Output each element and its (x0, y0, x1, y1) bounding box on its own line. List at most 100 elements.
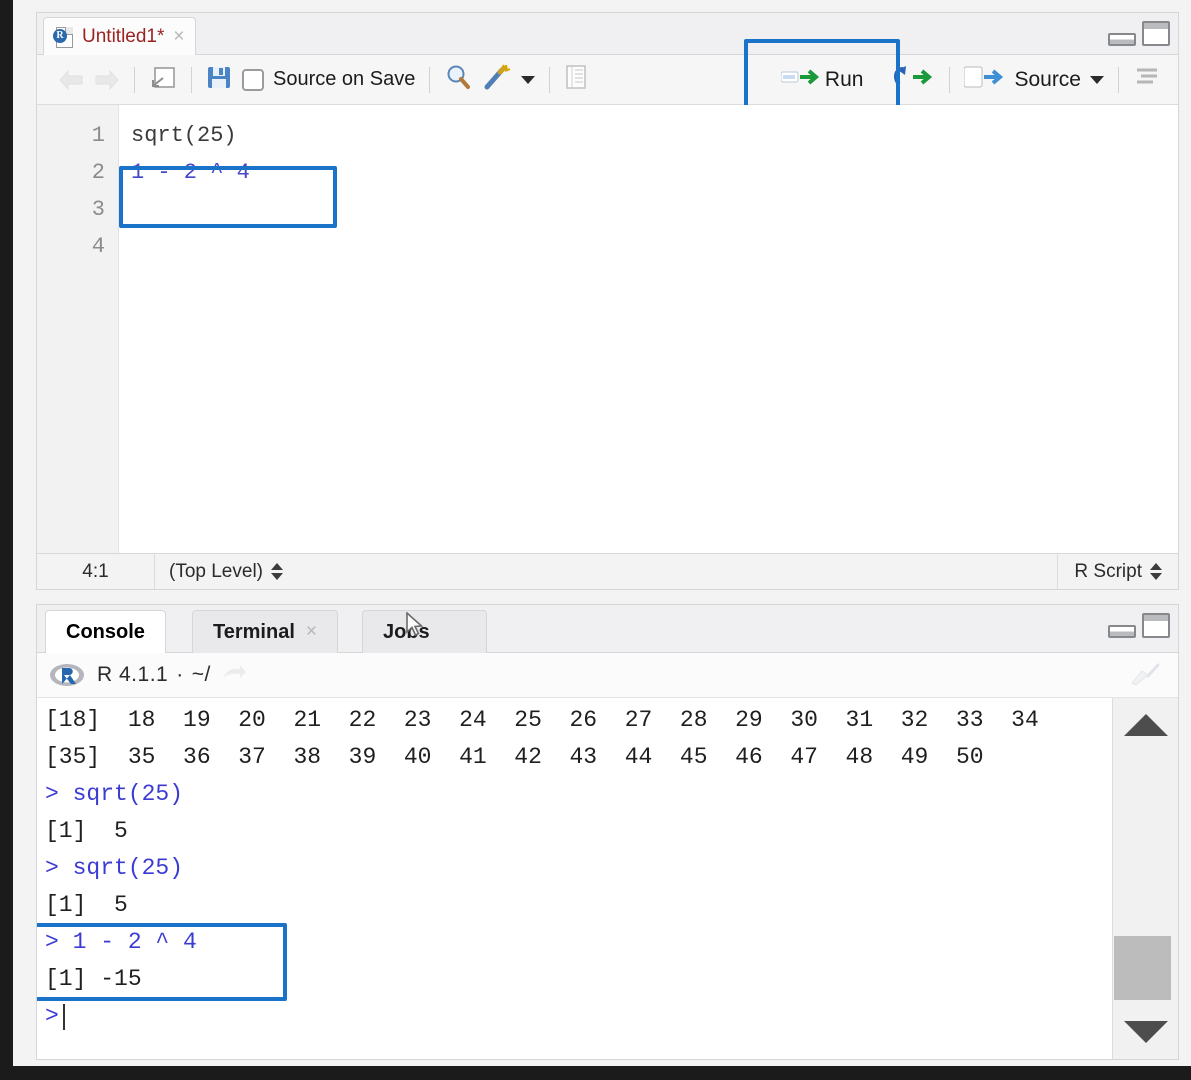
console-tab-bar: Console Terminal × Jobs (37, 605, 1178, 653)
code-editor[interactable]: 1 2 3 4 sqrt(25) 1 - 2 ^ 4 (37, 105, 1178, 553)
console-line: [35] 35 36 37 38 39 40 41 42 43 44 45 46… (45, 744, 984, 770)
back-arrow-icon (58, 69, 84, 91)
open-directory-icon[interactable] (221, 663, 247, 688)
forward-button[interactable] (89, 61, 125, 99)
run-button-container: Run (743, 38, 901, 121)
console-line: [18] 18 19 20 21 22 23 24 25 26 27 28 29… (45, 707, 1039, 733)
source-icon (963, 65, 1008, 94)
code-tools-icon (482, 63, 512, 96)
line-number: 3 (91, 197, 105, 222)
toolbar-divider (134, 66, 135, 93)
r-logo-icon (49, 662, 85, 688)
source-on-save-toggle[interactable]: Source on Save (237, 61, 420, 99)
tab-console[interactable]: Console (45, 610, 166, 653)
up-down-stepper-icon[interactable] (271, 563, 283, 580)
console-line: > sqrt(25) (45, 855, 184, 881)
working-directory-label: ~/ (191, 663, 211, 686)
toolbar-divider (949, 66, 951, 93)
r-script-file-icon: R (53, 26, 74, 48)
console-prompt: > (45, 1003, 59, 1029)
cursor-position: 4:1 (37, 554, 155, 589)
scrollbar-thumb[interactable] (1114, 936, 1171, 1000)
scope-selector[interactable]: (Top Level) (155, 554, 297, 589)
source-tab-bar: R Untitled1* × (37, 13, 1178, 55)
code-line-3[interactable]: 1 - 2 ^ 4 (119, 154, 1178, 191)
console-scrollbar[interactable] (1112, 698, 1178, 1059)
console-line: [1] 5 (45, 892, 128, 918)
up-down-stepper-icon[interactable] (1150, 563, 1162, 580)
r-badge-label: R (53, 28, 67, 43)
source-pane: R Untitled1* × Source on Save Run Source… (36, 12, 1179, 590)
line-number: 4 (91, 234, 105, 259)
rstudio-window: R Untitled1* × Source on Save Run Source… (13, 0, 1191, 1066)
source-status-bar: 4:1 (Top Level) R Script (37, 553, 1178, 589)
toolbar-divider (429, 66, 431, 93)
code-tools-button[interactable] (477, 61, 540, 99)
source-tab-label: Untitled1* (82, 25, 165, 47)
toolbar-divider (191, 66, 192, 93)
re-run-icon (891, 65, 935, 94)
show-in-new-window-icon (149, 64, 177, 95)
save-button[interactable] (201, 61, 237, 99)
scroll-up-arrow-icon[interactable] (1123, 714, 1168, 736)
screen-edge-bottom (0, 1066, 1191, 1080)
compile-report-button[interactable] (559, 61, 593, 99)
maximize-icon[interactable] (1142, 21, 1170, 46)
toolbar-divider (1118, 66, 1119, 93)
save-icon (206, 64, 232, 95)
console-pane: Console Terminal × Jobs (36, 604, 1179, 1060)
source-window-controls (1108, 21, 1170, 46)
app-root: R Untitled1* × Source on Save Run Source… (0, 0, 1191, 1080)
find-replace-button[interactable] (439, 61, 477, 99)
chevron-down-icon[interactable] (1090, 75, 1104, 84)
tab-terminal[interactable]: Terminal × (192, 610, 338, 653)
editor-code-area[interactable]: sqrt(25) 1 - 2 ^ 4 (119, 105, 1178, 553)
pointer-arrow-cursor (405, 611, 425, 638)
source-label: Source (1014, 67, 1081, 91)
run-line-icon (780, 66, 821, 93)
source-toolbar: Source on Save Run Source (37, 38, 1178, 121)
screen-edge-left (0, 0, 13, 1080)
source-tab-untitled1[interactable]: R Untitled1* × (43, 17, 196, 55)
maximize-icon[interactable] (1142, 613, 1170, 638)
tab-console-label: Console (66, 620, 145, 643)
source-button[interactable]: Source (959, 61, 1109, 99)
editor-gutter: 1 2 3 4 (37, 105, 119, 553)
compile-report-icon (564, 64, 588, 95)
console-output[interactable]: [18] 18 19 20 21 22 23 24 25 26 27 28 29… (37, 698, 1178, 1059)
run-label: Run (824, 67, 864, 91)
line-number: 2 (91, 160, 105, 185)
document-outline-icon (1133, 65, 1161, 94)
tab-terminal-label: Terminal (213, 620, 295, 643)
close-icon[interactable]: × (173, 27, 184, 46)
code-line-1[interactable]: sqrt(25) (119, 117, 1178, 154)
close-icon[interactable]: × (306, 621, 317, 643)
console-line: > sqrt(25) (45, 781, 184, 807)
console-text-cursor (62, 1003, 65, 1030)
forward-arrow-icon (94, 69, 120, 91)
chevron-down-icon[interactable] (521, 75, 536, 84)
source-on-save-label: Source on Save (273, 68, 416, 90)
toolbar-divider (549, 66, 551, 93)
file-type-label: R Script (1074, 560, 1142, 582)
find-replace-icon (444, 63, 472, 96)
console-header: R 4.1.1 · ~/ (37, 653, 1178, 698)
minimize-icon[interactable] (1108, 625, 1136, 638)
line-number: 1 (91, 123, 105, 148)
minimize-icon[interactable] (1108, 33, 1136, 46)
popout-button[interactable] (144, 61, 182, 99)
scope-label: (Top Level) (169, 560, 263, 582)
run-button[interactable]: Run (776, 61, 869, 99)
broom-clear-icon[interactable] (1128, 663, 1164, 696)
r-version-label: R 4.1.1 (97, 663, 169, 686)
source-on-save-checkbox[interactable] (242, 68, 264, 91)
console-window-controls (1108, 613, 1170, 638)
console-line: > 1 - 2 ^ 4 (45, 929, 197, 955)
scroll-down-arrow-icon[interactable] (1123, 1021, 1168, 1043)
console-line: [1] -15 (45, 966, 142, 992)
console-line: [1] 5 (45, 818, 128, 844)
re-run-button[interactable] (886, 61, 940, 99)
back-button[interactable] (53, 61, 89, 99)
file-type-selector[interactable]: R Script (1057, 554, 1178, 589)
document-outline-button[interactable] (1128, 61, 1166, 99)
